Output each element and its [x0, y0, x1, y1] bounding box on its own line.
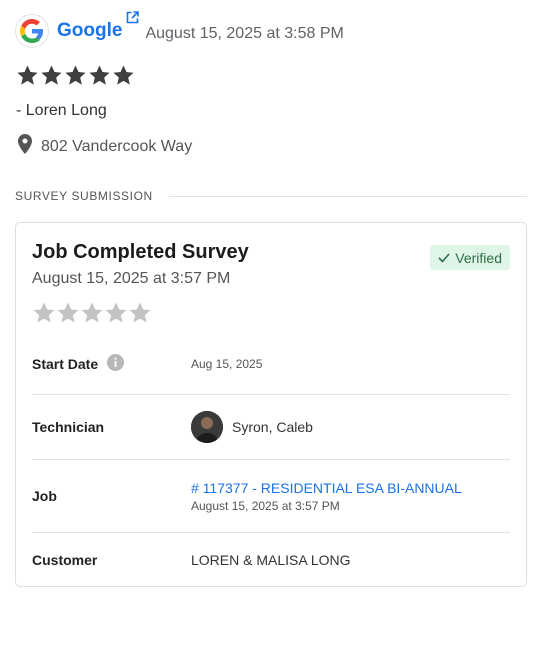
google-logo-icon — [15, 14, 49, 48]
review-date: August 15, 2025 at 3:58 PM — [145, 25, 344, 42]
star-icon — [64, 64, 87, 87]
verified-badge: Verified — [430, 245, 510, 270]
survey-title: Job Completed Survey — [32, 241, 249, 263]
job-value: # 117377 - RESIDENTIAL ESA BI-ANNUAL Aug… — [191, 480, 462, 513]
star-icon — [16, 64, 39, 87]
avatar — [191, 411, 223, 443]
info-icon[interactable] — [107, 354, 125, 374]
verified-label: Verified — [455, 249, 502, 266]
survey-rating — [32, 301, 152, 325]
technician-label: Technician — [32, 419, 105, 435]
technician-name: Syron, Caleb — [232, 419, 313, 435]
start-date-row: Start Date Aug 15, 2025 — [32, 334, 510, 395]
review-source-link[interactable]: Google — [57, 20, 122, 42]
section-header: SURVEY SUBMISSION — [15, 189, 527, 203]
job-label: Job — [32, 488, 57, 504]
star-icon — [32, 301, 56, 325]
star-icon — [128, 301, 152, 325]
review-address: 802 Vandercook Way — [41, 137, 193, 155]
technician-row: Technician Syron, Caleb — [32, 395, 510, 460]
reviewer-name: - Loren Long — [16, 102, 107, 119]
review-location: 802 Vandercook Way — [18, 134, 192, 159]
customer-row: Customer LOREN & MALISA LONG — [32, 533, 510, 587]
job-row: Job # 117377 - RESIDENTIAL ESA BI-ANNUAL… — [32, 460, 510, 533]
customer-value: LOREN & MALISA LONG — [191, 552, 351, 568]
check-icon — [438, 250, 450, 266]
customer-label: Customer — [32, 552, 98, 568]
review-rating — [16, 64, 135, 87]
star-icon — [80, 301, 104, 325]
location-pin-icon — [18, 134, 32, 159]
section-label: SURVEY SUBMISSION — [15, 189, 153, 203]
start-date-label-text: Start Date — [32, 356, 99, 372]
section-divider — [168, 195, 527, 197]
start-date-label: Start Date — [32, 354, 191, 374]
star-icon — [56, 301, 80, 325]
survey-date: August 15, 2025 at 3:57 PM — [32, 270, 231, 287]
external-link-icon[interactable] — [126, 11, 140, 24]
job-date: August 15, 2025 at 3:57 PM — [191, 498, 340, 513]
technician-value: Syron, Caleb — [191, 411, 313, 443]
review-header: Google August 15, 2025 at 3:58 PM — [15, 11, 344, 48]
start-date-value: Aug 15, 2025 — [191, 357, 263, 371]
star-icon — [104, 301, 128, 325]
survey-card: Job Completed Survey August 15, 2025 at … — [15, 222, 527, 587]
star-icon — [88, 64, 111, 87]
star-icon — [112, 64, 135, 87]
star-icon — [40, 64, 63, 87]
job-link[interactable]: # 117377 - RESIDENTIAL ESA BI-ANNUAL — [191, 480, 462, 496]
